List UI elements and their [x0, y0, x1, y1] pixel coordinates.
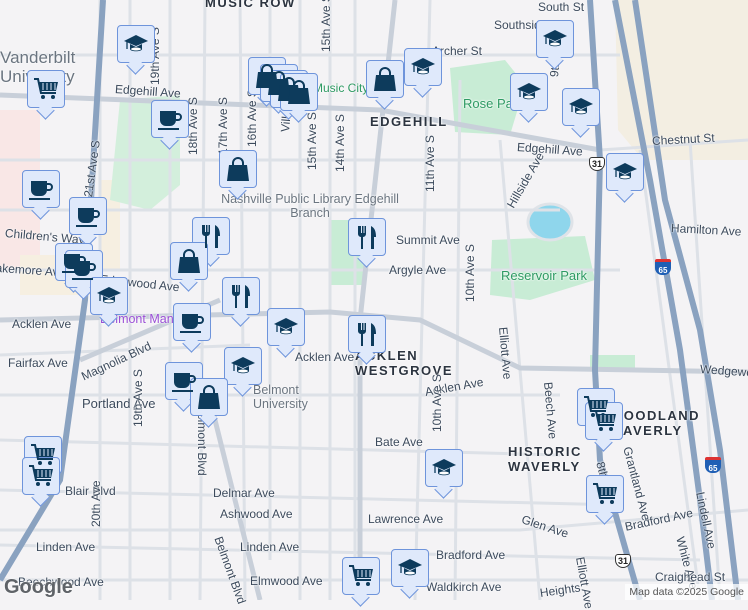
street-lawrence: Lawrence Ave — [368, 512, 444, 526]
school-marker[interactable] — [510, 73, 548, 111]
shopping-marker[interactable] — [190, 378, 228, 416]
street-14th-ave: 14th Ave S — [333, 114, 347, 172]
neighborhood-music-row: MUSIC ROW — [205, 0, 296, 10]
coffee-cup-icon — [156, 105, 184, 133]
i65-shield-south: 65 — [705, 457, 721, 473]
street-waldkirch: Waldkirch Ave — [426, 580, 502, 594]
street-linden-east: Linden Ave — [240, 540, 300, 554]
school-marker[interactable] — [606, 153, 644, 191]
google-logo: Google — [4, 576, 73, 598]
street-19th-ave-south: 19th Ave S — [131, 369, 145, 427]
street-summit: Summit Ave — [396, 233, 460, 247]
restaurant-marker[interactable] — [222, 277, 260, 315]
graduation-cap-icon — [430, 454, 458, 482]
street-bradford: Bradford Ave — [436, 548, 506, 562]
coffee-cup-icon — [178, 308, 206, 336]
shopping-cart-icon — [591, 480, 619, 508]
shopping-marker[interactable] — [170, 242, 208, 280]
shopping-cart-icon — [590, 407, 618, 435]
fork-knife-icon — [227, 282, 255, 310]
street-ashwood: Ashwood Ave — [220, 507, 293, 521]
school-marker[interactable] — [117, 25, 155, 63]
neighborhood-historic-waverly: HISTORIC WAVERLY — [508, 444, 582, 474]
graduation-cap-icon — [229, 352, 257, 380]
cafe-marker[interactable] — [22, 170, 60, 208]
street-craighead: Craighead St — [655, 570, 726, 584]
shopping-marker[interactable] — [366, 60, 404, 98]
neighborhood-edgehill: EDGEHILL — [370, 114, 448, 129]
street-11th-ave: 11th Ave S — [423, 135, 437, 192]
graduation-cap-icon — [396, 554, 424, 582]
school-marker[interactable] — [425, 449, 463, 487]
graduation-cap-icon — [515, 78, 543, 106]
shopping-cart-icon — [347, 562, 375, 590]
street-bate: Bate Ave — [375, 435, 423, 449]
shopping-cart-icon — [27, 462, 55, 490]
graduation-cap-icon — [567, 93, 595, 121]
street-10th-ave: 10th Ave S — [463, 244, 477, 302]
graduation-cap-icon — [541, 25, 569, 53]
coffee-cup-icon — [170, 367, 198, 395]
street-20th-ave: 20th Ave — [89, 480, 103, 528]
shopping-bag-icon — [175, 247, 203, 275]
fork-knife-icon — [353, 320, 381, 348]
cafe-marker[interactable] — [173, 303, 211, 341]
shopping-bag-icon — [224, 155, 252, 183]
school-marker[interactable] — [224, 347, 262, 385]
coffee-cup-icon — [74, 202, 102, 230]
coffee-cup-icon — [27, 175, 55, 203]
shopping-bag-icon — [195, 383, 223, 411]
grocery-marker[interactable] — [586, 475, 624, 513]
graduation-cap-icon — [272, 313, 300, 341]
poi-music-city[interactable]: Music City — [313, 81, 368, 95]
poi-library[interactable]: Nashville Public Library Edgehill Branch — [220, 192, 400, 220]
graduation-cap-icon — [409, 53, 437, 81]
restaurant-marker[interactable] — [348, 218, 386, 256]
school-marker[interactable] — [391, 549, 429, 587]
i65-shield: 65 — [655, 259, 671, 275]
grocery-marker[interactable] — [585, 402, 623, 440]
street-10th-ave-south: 10th Ave S — [430, 374, 444, 432]
poi-belmont-university[interactable]: Belmont University — [253, 383, 323, 411]
cafe-marker[interactable] — [69, 197, 107, 235]
park-reservoir[interactable]: Reservoir Park — [501, 268, 587, 283]
shopping-marker[interactable] — [280, 73, 318, 111]
shopping-marker[interactable] — [219, 150, 257, 188]
school-marker[interactable] — [90, 277, 128, 315]
street-15th-ave-north: 15th Ave S — [319, 0, 333, 52]
street-linden: Linden Ave — [36, 540, 96, 554]
school-marker[interactable] — [562, 88, 600, 126]
street-south-st: South St — [538, 0, 585, 14]
street-acklen-west: Acklen Ave — [12, 317, 72, 331]
graduation-cap-icon — [122, 30, 150, 58]
street-15th-ave: 15th Ave S — [305, 112, 319, 170]
grocery-marker[interactable] — [342, 557, 380, 595]
shopping-bag-icon — [371, 65, 399, 93]
shopping-cart-icon — [32, 75, 60, 103]
fork-knife-icon — [197, 222, 225, 250]
street-fairfax: Fairfax Ave — [8, 356, 68, 370]
street-elmwood: Elmwood Ave — [250, 574, 323, 588]
grocery-marker[interactable] — [22, 457, 60, 495]
shopping-bag-icon — [285, 78, 313, 106]
school-marker[interactable] — [404, 48, 442, 86]
cafe-marker[interactable] — [151, 100, 189, 138]
fork-knife-icon — [353, 223, 381, 251]
street-argyle: Argyle Ave — [389, 263, 447, 277]
graduation-cap-icon — [95, 282, 123, 310]
coffee-cup-icon — [70, 255, 98, 283]
school-marker[interactable] — [267, 308, 305, 346]
street-delmar: Delmar Ave — [213, 486, 275, 500]
street-acklen-mid: Acklen Ave — [295, 350, 355, 364]
school-marker[interactable] — [536, 20, 574, 58]
graduation-cap-icon — [611, 158, 639, 186]
grocery-marker[interactable] — [27, 70, 65, 108]
map-attribution[interactable]: Map data ©2025 Google — [625, 584, 748, 600]
street-17th-ave: 17th Ave S — [216, 97, 230, 155]
restaurant-marker[interactable] — [348, 315, 386, 353]
